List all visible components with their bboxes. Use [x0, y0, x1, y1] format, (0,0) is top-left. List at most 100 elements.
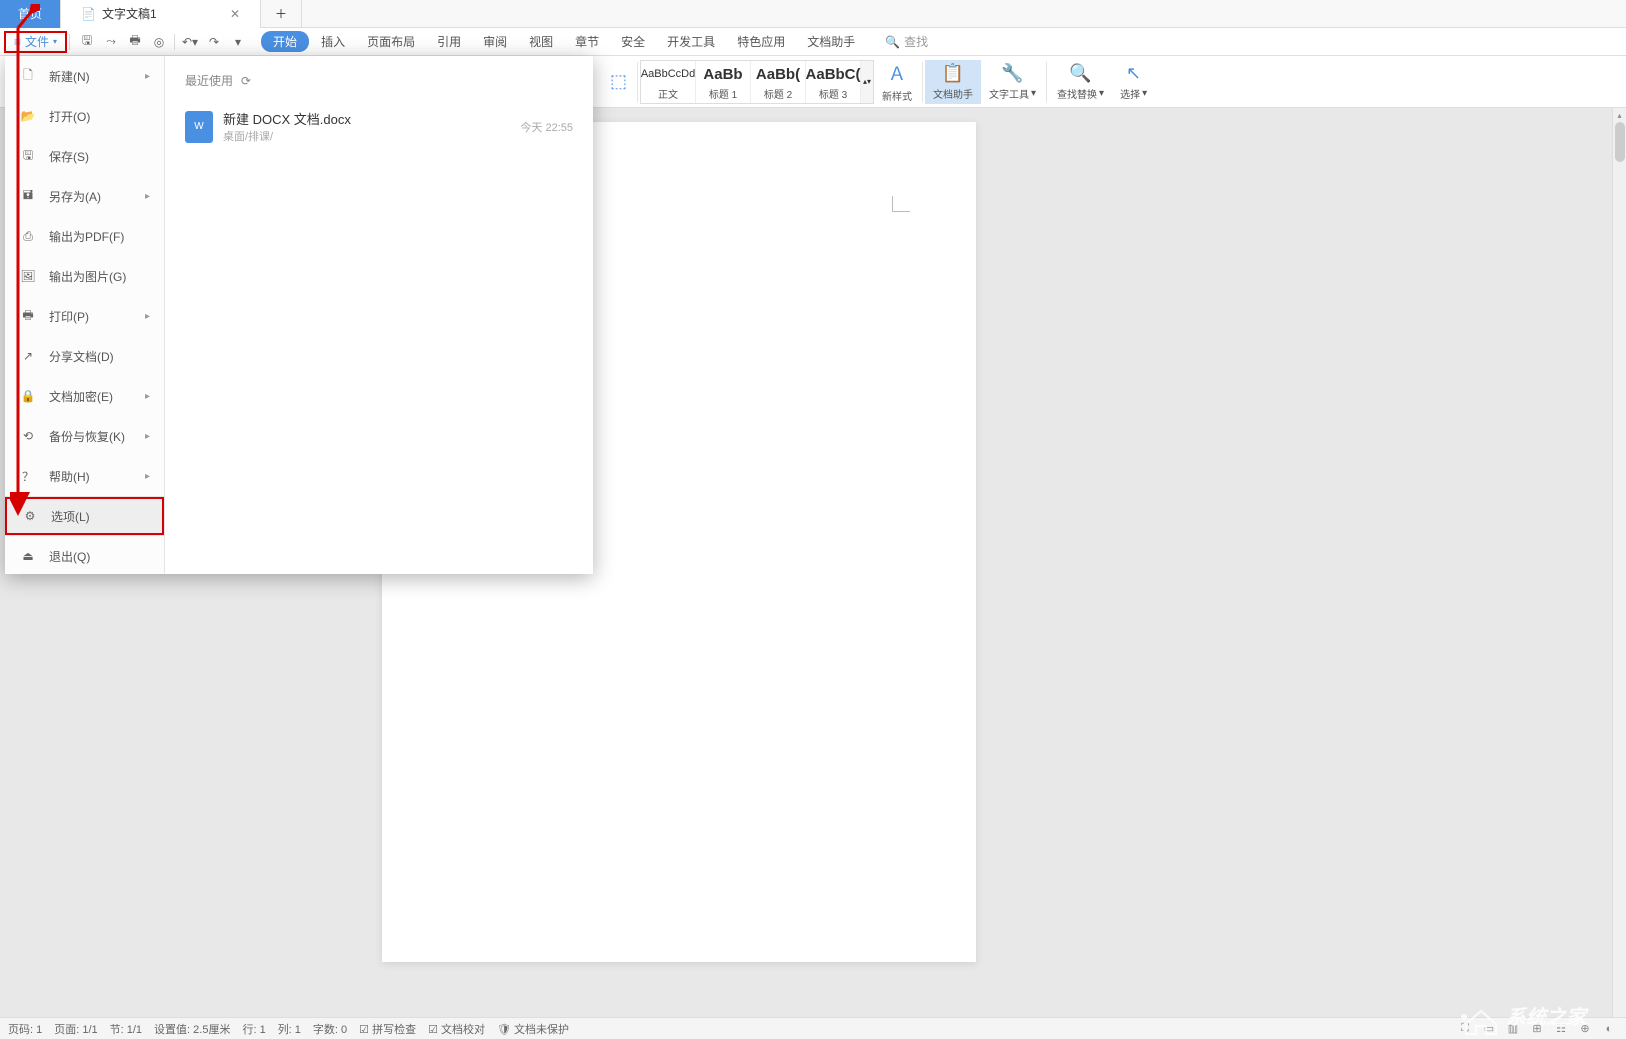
tab-section[interactable]: 章节 — [565, 30, 609, 53]
style-preview: AaBbCcDd — [641, 62, 695, 86]
more-icon[interactable]: ▾ — [227, 31, 249, 53]
status-col[interactable]: 列: 1 — [278, 1021, 301, 1037]
vertical-scrollbar[interactable]: ▴ — [1612, 108, 1626, 1017]
file-menu-list: 🗋 新建(N) ▸ 📂 打开(O) 🖫 保存(S) 🖬 另存为(A) ▸ ⎙ 输… — [5, 56, 165, 574]
menu-new[interactable]: 🗋 新建(N) ▸ — [5, 56, 164, 96]
home-tab[interactable]: 首页 — [0, 0, 61, 28]
doc-helper-button[interactable]: 📋 文档助手 — [925, 60, 981, 104]
redo-icon[interactable]: ↷ — [203, 31, 225, 53]
search-box[interactable]: 🔍 查找 — [885, 33, 928, 50]
status-chars[interactable]: 字数: 0 — [313, 1021, 347, 1037]
print-icon[interactable]: 🖶 — [124, 31, 146, 53]
save-icon[interactable]: 🖫 — [76, 31, 98, 53]
tab-security[interactable]: 安全 — [611, 30, 655, 53]
menu-encrypt[interactable]: 🔒 文档加密(E) ▸ — [5, 376, 164, 416]
menu-exit[interactable]: ⏏ 退出(Q) — [5, 536, 164, 576]
tab-dev[interactable]: 开发工具 — [657, 30, 725, 53]
margin-marker — [892, 196, 910, 212]
view-read-icon[interactable]: ▥ — [1504, 1020, 1522, 1038]
menu-backup[interactable]: ⟲ 备份与恢复(K) ▸ — [5, 416, 164, 456]
scroll-up-icon[interactable]: ▴ — [1613, 108, 1626, 122]
findreplace-icon: 🔍 — [1069, 63, 1091, 84]
style-gallery: AaBbCcDd 正文 AaBb 标题 1 AaBb( 标题 2 AaBbC( … — [640, 60, 874, 104]
view-layout-icon[interactable]: ▭ — [1480, 1020, 1498, 1038]
menu-save[interactable]: 🖫 保存(S) — [5, 136, 164, 176]
recent-filetime: 今天 22:55 — [520, 119, 573, 135]
arrow-icon: ▸ — [145, 311, 150, 322]
status-page[interactable]: 页面: 1/1 — [54, 1021, 97, 1037]
status-setting[interactable]: 设置值: 2.5厘米 — [154, 1021, 230, 1037]
text-tool-button[interactable]: 🔧 文字工具▾ — [981, 60, 1044, 104]
dropdown-icon: ▾ — [53, 37, 57, 46]
search-icon: 🔍 — [885, 35, 900, 49]
file-label: 文件 — [25, 33, 49, 50]
file-menu-dropdown: 🗋 新建(N) ▸ 📂 打开(O) 🖫 保存(S) 🖬 另存为(A) ▸ ⎙ 输… — [5, 56, 593, 574]
tab-start[interactable]: 开始 — [261, 31, 309, 52]
status-section[interactable]: 节: 1/1 — [110, 1021, 142, 1037]
format-box-icon[interactable]: ⬚ — [602, 60, 635, 104]
status-proof[interactable]: ☑ 文档校对 — [428, 1021, 485, 1037]
menu-saveas[interactable]: 🖬 另存为(A) ▸ — [5, 176, 164, 216]
tab-dochelper[interactable]: 文档助手 — [797, 30, 865, 53]
share-icon: ↗ — [19, 347, 37, 365]
recent-filepath: 桌面/排课/ — [223, 128, 510, 144]
menu-share[interactable]: ↗ 分享文档(D) — [5, 336, 164, 376]
dochelper-label: 文档助手 — [933, 86, 973, 101]
style-heading1[interactable]: AaBb 标题 1 — [696, 61, 751, 103]
texttool-label: 文字工具 — [989, 86, 1029, 101]
style-heading2[interactable]: AaBb( 标题 2 — [751, 61, 806, 103]
menu-options[interactable]: ⚙ 选项(L) — [5, 497, 164, 535]
status-pagenum[interactable]: 页码: 1 — [8, 1021, 42, 1037]
view-fullscreen-icon[interactable]: ⛶ — [1456, 1020, 1474, 1038]
style-preview: AaBbC( — [806, 62, 861, 86]
status-bar: 页码: 1 页面: 1/1 节: 1/1 设置值: 2.5厘米 行: 1 列: … — [0, 1017, 1626, 1039]
menu-open[interactable]: 📂 打开(O) — [5, 96, 164, 136]
preview-icon[interactable]: ◎ — [148, 31, 170, 53]
recent-file-item[interactable]: W 新建 DOCX 文档.docx 桌面/排课/ 今天 22:55 — [185, 105, 573, 148]
view-mode-icon[interactable]: ◐ — [1600, 1020, 1618, 1038]
style-expand-button[interactable]: ▴▾ — [861, 61, 873, 103]
file-menu-button[interactable]: ≡ 文件 ▾ — [4, 31, 67, 53]
find-replace-button[interactable]: 🔍 查找替换▾ — [1049, 60, 1112, 104]
style-name: 正文 — [658, 86, 678, 101]
saveas-icon: 🖬 — [19, 187, 37, 205]
select-button[interactable]: ↖ 选择▾ — [1112, 60, 1155, 104]
scroll-thumb[interactable] — [1615, 122, 1625, 162]
zoom-icon[interactable]: ⊕ — [1576, 1020, 1594, 1038]
view-web-icon[interactable]: ⊞ — [1528, 1020, 1546, 1038]
doc-icon: 📄 — [81, 7, 96, 21]
quick-access: 🖫 ⤳ 🖶 ◎ ↶▾ ↷ ▾ — [76, 31, 249, 53]
tab-layout[interactable]: 页面布局 — [357, 30, 425, 53]
image-icon: 🖼 — [19, 267, 37, 285]
search-label: 查找 — [904, 33, 928, 50]
tab-insert[interactable]: 插入 — [311, 30, 355, 53]
open-icon: 📂 — [19, 107, 37, 125]
saveas-icon[interactable]: ⤳ — [100, 31, 122, 53]
lock-icon: 🔒 — [19, 387, 37, 405]
tab-view[interactable]: 视图 — [519, 30, 563, 53]
tab-special[interactable]: 特色应用 — [727, 30, 795, 53]
tab-ref[interactable]: 引用 — [427, 30, 471, 53]
close-tab-icon[interactable]: ✕ — [230, 7, 240, 21]
view-outline-icon[interactable]: ☷ — [1552, 1020, 1570, 1038]
arrow-icon: ▸ — [145, 431, 150, 442]
new-tab-button[interactable]: ＋ — [261, 0, 302, 28]
menu-exportimg[interactable]: 🖼 输出为图片(G) — [5, 256, 164, 296]
status-spell[interactable]: ☑ 拼写检查 — [359, 1021, 416, 1037]
menu-help[interactable]: ？ 帮助(H) ▸ — [5, 456, 164, 496]
help-icon: ？ — [19, 467, 37, 485]
style-preview: AaBb — [703, 62, 742, 86]
document-tab[interactable]: 📄 文字文稿1 ✕ — [61, 0, 261, 28]
status-protect[interactable]: 🛡 文档未保护 — [497, 1021, 569, 1037]
refresh-icon[interactable]: ⟳ — [241, 74, 251, 88]
style-normal[interactable]: AaBbCcDd 正文 — [641, 61, 696, 103]
menu-print[interactable]: 🖶 打印(P) ▸ — [5, 296, 164, 336]
menu-exportpdf[interactable]: ⎙ 输出为PDF(F) — [5, 216, 164, 256]
undo-icon[interactable]: ↶▾ — [179, 31, 201, 53]
style-name: 标题 2 — [764, 86, 792, 101]
new-style-button[interactable]: Ａ 新样式 — [874, 60, 920, 104]
tab-review[interactable]: 审阅 — [473, 30, 517, 53]
save-icon: 🖫 — [19, 147, 37, 165]
status-row[interactable]: 行: 1 — [242, 1021, 265, 1037]
style-heading3[interactable]: AaBbC( 标题 3 — [806, 61, 861, 103]
